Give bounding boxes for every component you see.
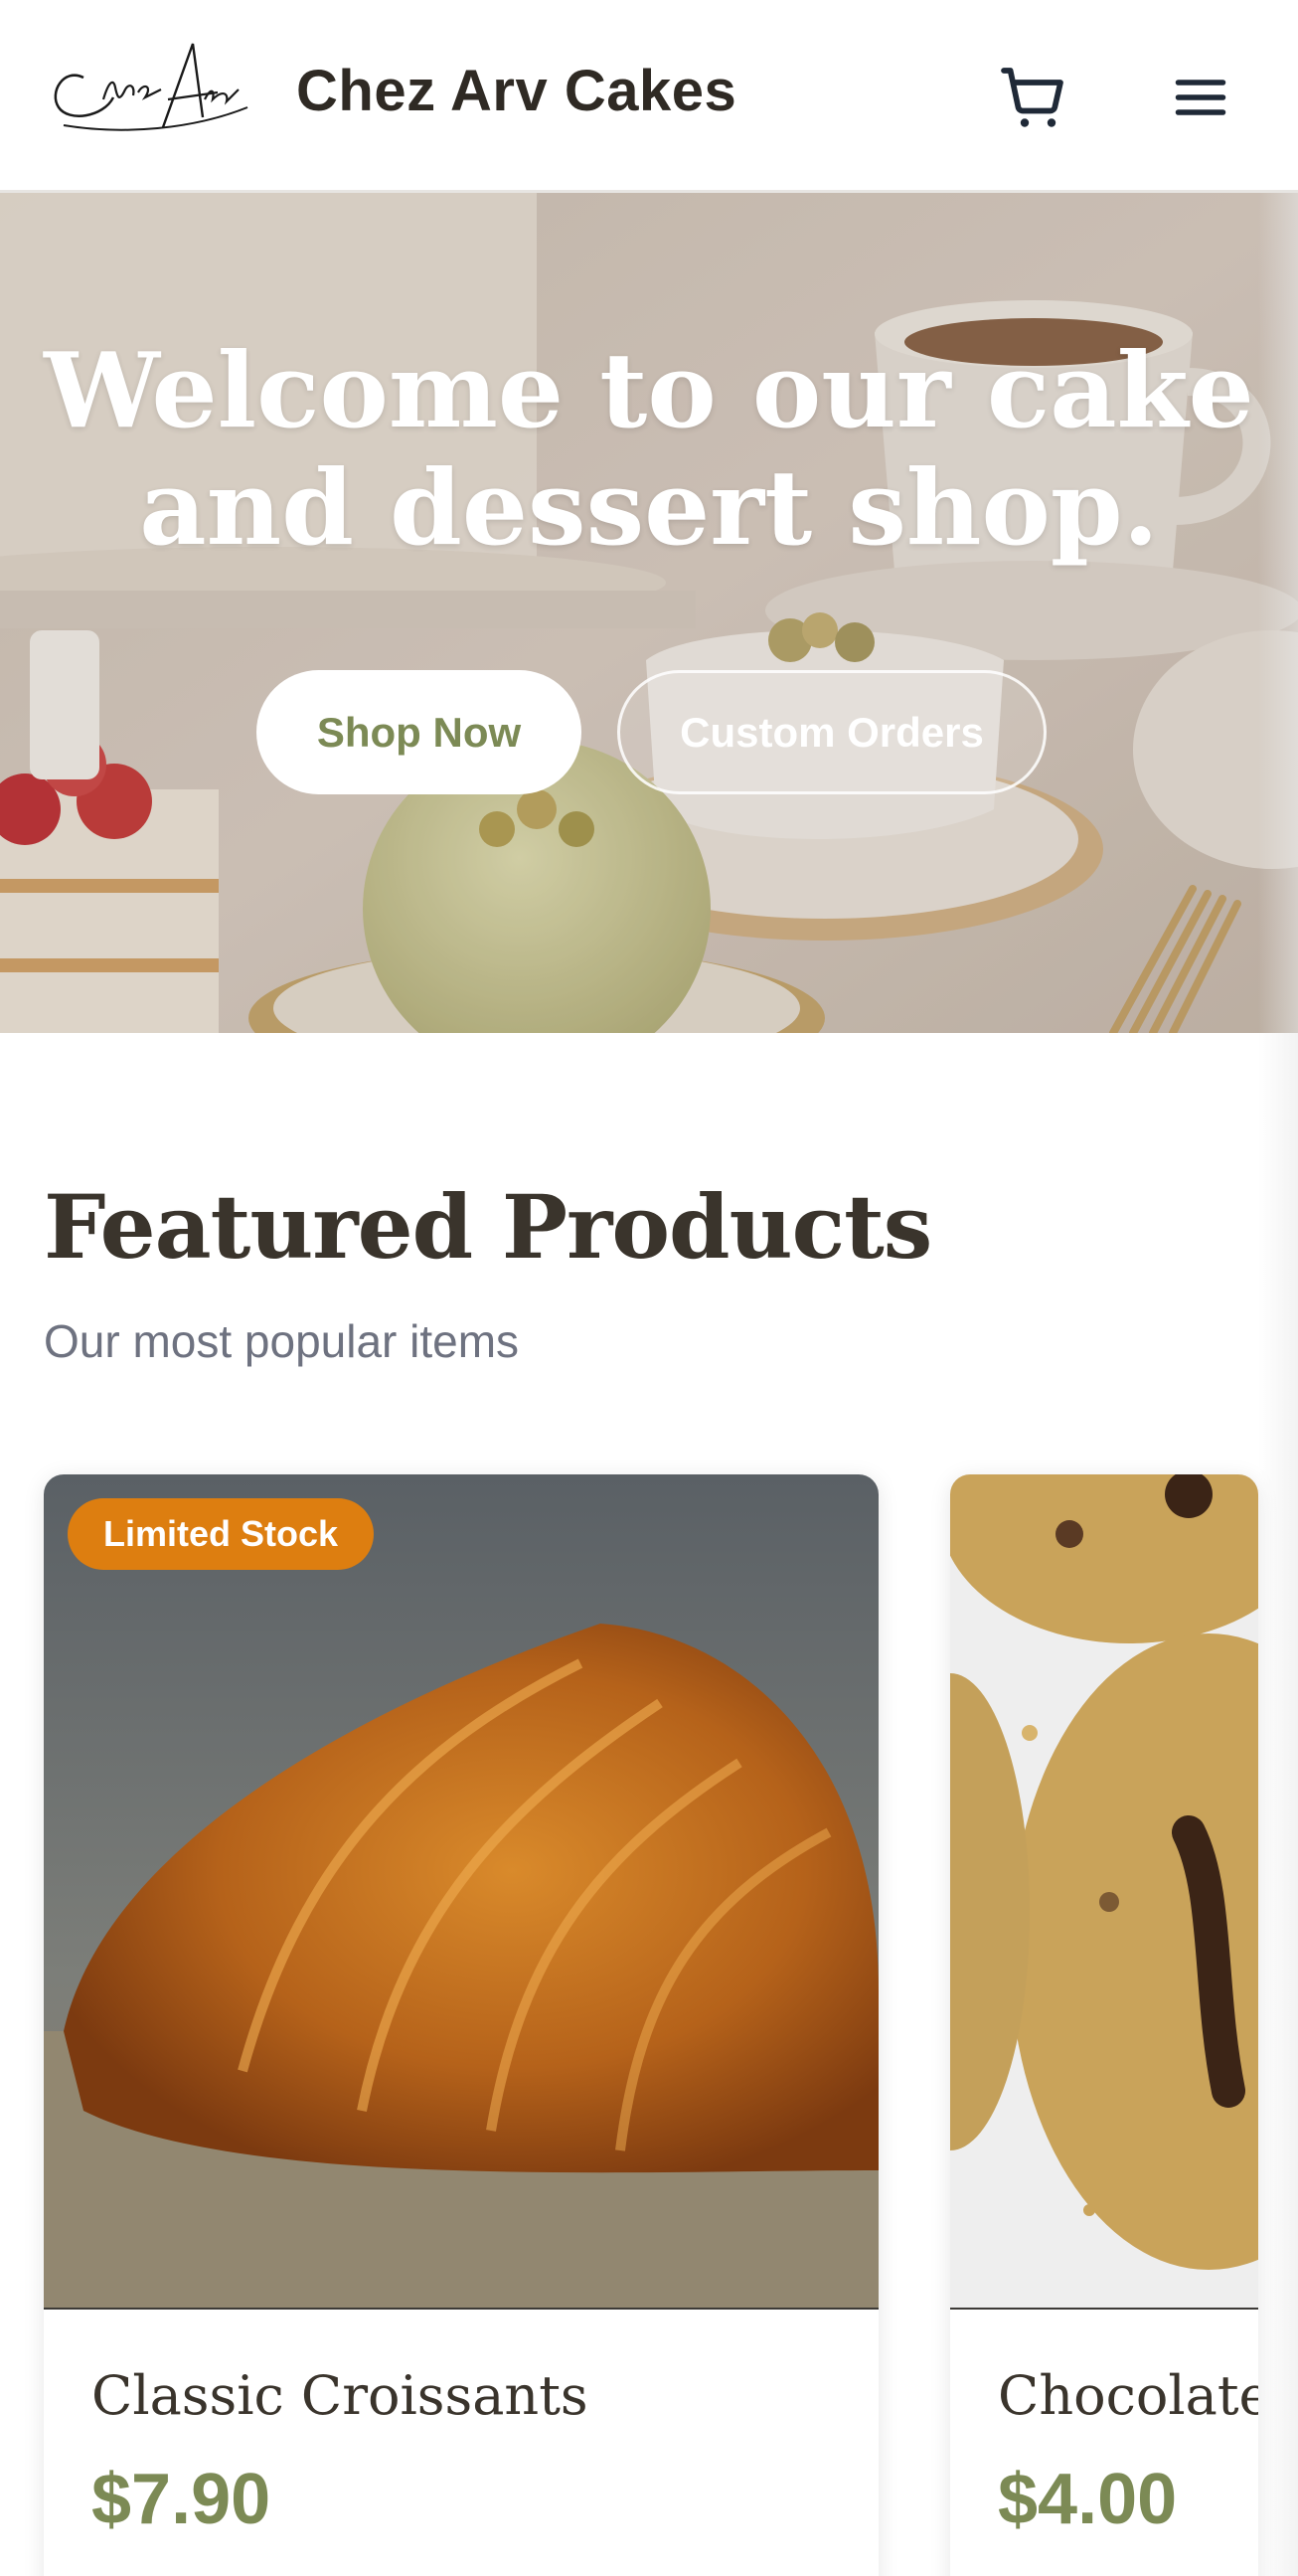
product-card[interactable]: Limited Stock Classic Croissants $7.90 [44, 1474, 879, 2576]
product-name[interactable]: Classic Croissants [91, 2364, 588, 2427]
brand-logo[interactable] [44, 38, 257, 149]
featured-subtitle: Our most popular items [44, 1315, 520, 1367]
product-name[interactable]: Chocolate C [998, 2364, 1258, 2427]
menu-button[interactable] [1161, 58, 1240, 137]
cart-button[interactable] [994, 58, 1073, 137]
hero-title-line-2: and dessert shop. [139, 446, 1159, 569]
hero-background-image [0, 193, 1298, 1033]
custom-orders-button[interactable]: Custom Orders [617, 670, 1047, 794]
logo-signature-icon [54, 43, 248, 131]
product-image[interactable] [950, 1474, 1258, 2310]
cart-icon [1001, 68, 1063, 127]
product-image[interactable]: Limited Stock [44, 1474, 879, 2310]
croissant-image [44, 1474, 879, 2310]
shop-now-button[interactable]: Shop Now [256, 670, 581, 794]
hamburger-menu-icon [1175, 80, 1226, 115]
featured-title: Featured Products [44, 1175, 932, 1279]
product-card[interactable]: Chocolate C $4.00 [950, 1474, 1258, 2576]
cookie-image [950, 1474, 1258, 2310]
hero-section: Welcome to our cake and dessert shop. Sh… [0, 193, 1298, 1033]
product-price: $4.00 [998, 2460, 1178, 2539]
hero-title: Welcome to our cake and dessert shop. [0, 332, 1298, 567]
site-header: Chez Arv Cakes [0, 0, 1298, 193]
page: Chez Arv Cakes Welcome to our cake and d… [0, 0, 1298, 2576]
product-price: $7.90 [91, 2460, 271, 2539]
limited-stock-badge: Limited Stock [68, 1498, 375, 1570]
hero-title-line-1: Welcome to our cake [44, 329, 1254, 451]
site-title[interactable]: Chez Arv Cakes [296, 58, 736, 124]
